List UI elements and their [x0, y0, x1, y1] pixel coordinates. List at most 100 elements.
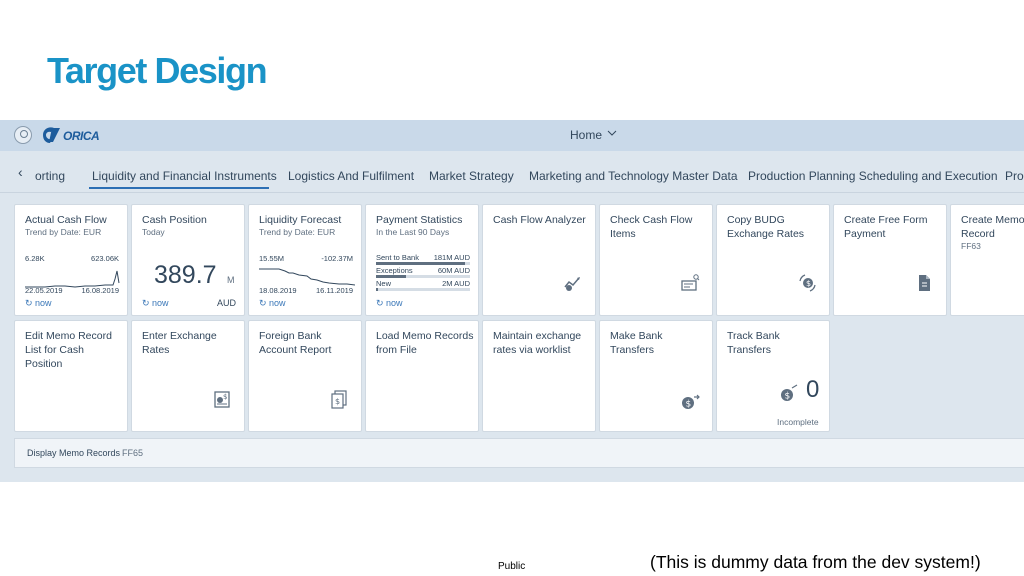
tile-check-cash-flow-items[interactable]: Check Cash Flow Items — [599, 204, 713, 316]
tile-liquidity-forecast[interactable]: Liquidity Forecast Trend by Date: EUR 15… — [248, 204, 362, 316]
tile-title: Copy BUDG Exchange Rates — [727, 214, 805, 240]
chart-left-date: 18.08.2019 — [259, 286, 297, 295]
refresh-label: now — [386, 298, 403, 308]
payment-row-label: Sent to Bank — [376, 253, 419, 262]
exchange-document-icon: $ — [214, 391, 230, 408]
tile-title: Check Cash Flow Items — [610, 214, 693, 240]
tab-logistics[interactable]: Logistics And Fulfilment — [288, 169, 414, 183]
payment-row-value: 181M AUD — [433, 253, 470, 262]
chart-left-date: 22.05.2019 — [25, 286, 63, 295]
tile-title: Payment Statistics — [376, 214, 463, 226]
link-tile-display-memo-records[interactable]: Display Memo Records FF65 — [14, 438, 1024, 468]
tile-foreign-bank-account-report[interactable]: Foreign Bank Account Report $ — [248, 320, 362, 432]
tab-market-strategy[interactable]: Market Strategy — [429, 169, 514, 183]
company-logo[interactable]: ORICA — [40, 123, 110, 149]
tile-make-bank-transfers[interactable]: Make Bank Transfers $ — [599, 320, 713, 432]
refresh-label: now — [152, 298, 169, 308]
orica-logo-icon — [43, 127, 60, 143]
tile-title: Make Bank Transfers — [610, 330, 663, 356]
tile-title: Liquidity Forecast — [259, 214, 342, 226]
tab-more[interactable]: Pro — [1005, 169, 1024, 183]
svg-text:$: $ — [806, 279, 811, 288]
active-tab-indicator — [89, 187, 269, 189]
home-menu-label[interactable]: Home — [570, 128, 602, 142]
chart-left-value: 15.55M — [259, 254, 285, 263]
tile-maintain-exchange-rates[interactable]: Maintain exchange rates via worklist — [482, 320, 596, 432]
chart-right-date: 16.11.2019 — [316, 286, 353, 295]
tile-subtitle: Trend by Date: EUR — [259, 227, 336, 237]
tab-liquidity[interactable]: Liquidity and Financial Instruments — [92, 169, 277, 183]
chevron-down-icon[interactable] — [607, 128, 617, 138]
svg-text:$: $ — [335, 397, 340, 406]
refresh-status: ↻ now — [142, 298, 169, 309]
bank-report-icon: $ — [331, 390, 347, 409]
tile-enter-exchange-rates[interactable]: Enter Exchange Rates $ — [131, 320, 245, 432]
tile-edit-memo-record-list[interactable]: Edit Memo Record List for Cash Position — [14, 320, 128, 432]
tile-create-memo-record[interactable]: Create Memo Record FF63 — [950, 204, 1024, 316]
transfer-count: 0 — [806, 376, 820, 403]
svg-text:$: $ — [785, 392, 791, 402]
money-transfer-icon: $ — [781, 384, 798, 402]
shell-bar: ORICA Home — [0, 120, 1024, 151]
link-tile-title: Display Memo Records — [27, 448, 121, 458]
exchange-rates-icon: $ — [799, 274, 816, 292]
payment-bar-track — [376, 288, 470, 291]
tile-payment-statistics[interactable]: Payment Statistics In the Last 90 Days S… — [365, 204, 479, 316]
tile-title: Foreign Bank Account Report — [259, 330, 332, 356]
chart-right-value: -102.37M — [321, 254, 353, 263]
tab-production-planning[interactable]: Production Planning Scheduling and Execu… — [748, 169, 998, 183]
cash-flow-analyzer-icon — [564, 277, 580, 291]
refresh-status: ↻ now — [376, 298, 403, 309]
tile-track-bank-transfers[interactable]: Track Bank Transfers $ 0 Incomplete — [716, 320, 830, 432]
tab-marketing-tech[interactable]: Marketing and Technology Master Data — [529, 169, 738, 183]
fiori-launchpad: ORICA Home ‹ orting Liquidity and Financ… — [0, 120, 1024, 482]
tile-subtitle: Today — [142, 227, 165, 237]
payment-bar — [376, 275, 407, 278]
tile-title: Create Free Form Payment — [844, 214, 928, 240]
currency-label: AUD — [216, 298, 236, 308]
tile-load-memo-records[interactable]: Load Memo Records from File — [365, 320, 479, 432]
refresh-icon: ↻ — [376, 298, 387, 308]
refresh-label: now — [35, 298, 52, 308]
user-avatar-icon[interactable] — [14, 126, 32, 144]
refresh-icon: ↻ — [25, 298, 36, 308]
refresh-label: now — [269, 298, 286, 308]
payment-row-value: 60M AUD — [437, 266, 470, 275]
payment-row-label: Exceptions — [376, 266, 413, 275]
tile-copy-budg-exchange-rates[interactable]: Copy BUDG Exchange Rates $ — [716, 204, 830, 316]
payment-row: Sent to Bank 181M AUD — [376, 253, 470, 267]
tile-title: Cash Position — [142, 214, 207, 226]
slide-title: Target Design — [47, 50, 268, 91]
chart-right-date: 16.08.2019 — [81, 286, 119, 295]
tab-reporting[interactable]: orting — [35, 169, 65, 183]
chart-right-value: 623.06K — [91, 254, 119, 263]
tile-cash-flow-analyzer[interactable]: Cash Flow Analyzer — [482, 204, 596, 316]
tile-title: Enter Exchange Rates — [142, 330, 217, 356]
tile-create-free-form-payment[interactable]: Create Free Form Payment — [833, 204, 947, 316]
tile-subtitle: In the Last 90 Days — [376, 227, 450, 237]
tile-title: Maintain exchange rates via worklist — [493, 330, 582, 356]
payment-bar — [376, 288, 378, 291]
refresh-icon: ↻ — [142, 298, 153, 308]
payment-row-value: 2M AUD — [442, 279, 470, 288]
tile-title: Actual Cash Flow — [25, 214, 107, 226]
svg-text:$: $ — [223, 393, 227, 401]
tile-actual-cash-flow[interactable]: Actual Cash Flow Trend by Date: EUR 6.28… — [14, 204, 128, 316]
tile-title: Edit Memo Record List for Cash Position — [25, 330, 112, 370]
payment-row: Exceptions 60M AUD — [376, 266, 470, 280]
scroll-left-icon[interactable]: ‹ — [18, 164, 23, 180]
logo-text: ORICA — [63, 129, 100, 143]
link-tile-subtitle: FF65 — [122, 448, 144, 458]
slide-note: (This is dummy data from the dev system!… — [650, 552, 981, 572]
check-cash-flow-icon — [681, 274, 700, 291]
chart-left-value: 6.28K — [25, 254, 45, 263]
tile-title: Cash Flow Analyzer — [493, 214, 586, 226]
classification-label: Public — [498, 561, 526, 572]
kpi-unit: M — [227, 275, 235, 285]
tile-title: Track Bank Transfers — [727, 330, 780, 356]
refresh-status: ↻ now — [25, 298, 52, 309]
payment-row-label: New — [376, 279, 392, 288]
document-icon — [919, 275, 930, 291]
tile-cash-position[interactable]: Cash Position Today 389.7 M ↻ now AUD — [131, 204, 245, 316]
money-transfer-icon: $ — [682, 394, 700, 410]
